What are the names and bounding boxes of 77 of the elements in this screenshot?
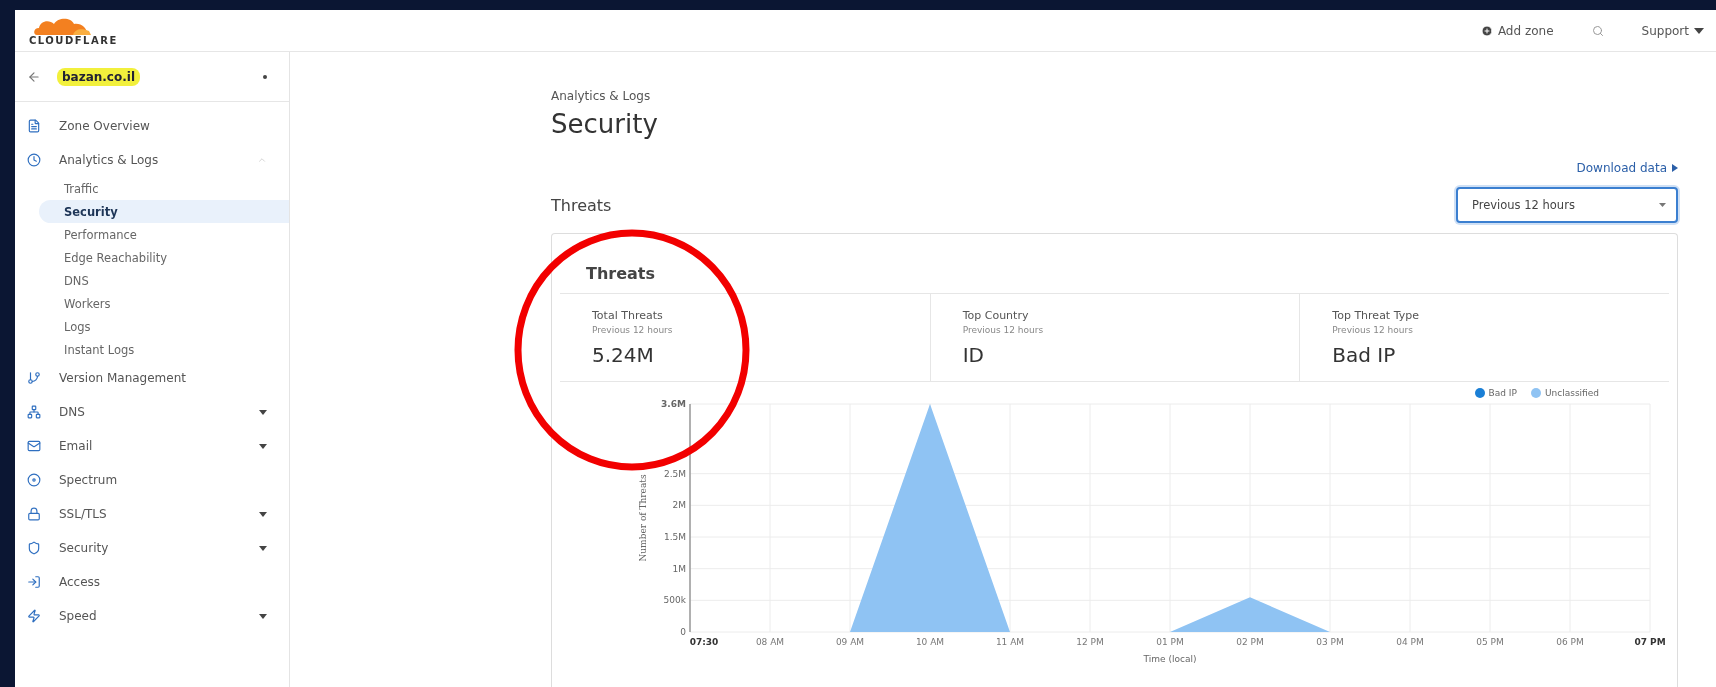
x-tick-label: 10 AM [915,637,945,647]
sidebar-subitem[interactable]: Security [39,200,289,223]
stat-period: Previous 12 hours [592,325,673,335]
x-tick-label: 07:30 [689,637,719,647]
nav-icon [27,609,41,623]
dot-icon [263,74,267,79]
sidebar-subitem[interactable]: DNS [39,269,289,292]
sidebar-item[interactable]: DNS [15,395,289,429]
nav-icon [27,153,41,167]
sidebar-item[interactable]: Email [15,429,289,463]
x-tick-label: 02 PM [1236,637,1264,647]
sidebar-item[interactable]: Version Management [15,361,289,395]
y-axis-title: Number of Threats [638,474,648,562]
sidebar-item[interactable]: Spectrum [15,463,289,497]
stat-label: Top Country [962,309,1029,322]
card-title: Threats [585,263,655,285]
x-axis-title: Time (local) [1143,654,1197,664]
x-tick-label: 07 PM [1634,637,1666,647]
sidebar-item[interactable]: Zone Overview [15,109,289,143]
stat-value: Bad IP [1332,343,1396,367]
sidebar-subitem[interactable]: Instant Logs [39,338,289,361]
nav-icon [27,439,41,453]
play-icon [1672,164,1678,172]
caret-icon [1659,203,1666,207]
sidebar-subitem[interactable]: Edge Reachability [39,246,289,269]
x-tick-label: 01 PM [1156,637,1184,647]
y-tick-label: 1.5M [663,532,686,542]
x-tick-label: 12 PM [1076,637,1104,647]
x-tick-label: 06 PM [1556,637,1584,647]
breadcrumb: Analytics & Logs [551,89,651,103]
stat-label: Total Threats [592,309,663,322]
y-tick-label: 500k [663,595,686,606]
legend-label: Unclassified [1544,388,1599,398]
sidebar-item[interactable]: Security [15,531,289,565]
sidebar-item[interactable]: Analytics & Logs [15,143,289,177]
x-tick-label: 09 AM [835,637,865,647]
add-zone-button[interactable]: Add zone [1478,21,1556,40]
section-title: Threats [551,195,612,215]
stat-value: ID [962,343,984,367]
x-tick-label: 11 AM [995,637,1025,647]
plus-icon [1480,24,1493,37]
sidebar-item[interactable]: Access [15,565,289,599]
nav-icon [27,371,41,385]
legend-label: Bad IP [1488,388,1517,398]
x-tick-label: 04 PM [1396,637,1424,647]
x-tick-label: 05 PM [1476,637,1504,647]
nav-icon [27,119,41,133]
caret-icon [1694,27,1704,34]
nav-icon [27,541,41,555]
download-data-link[interactable]: Download data [1576,161,1678,175]
y-tick-label: 1M [672,563,686,574]
stat-period: Previous 12 hours [962,325,1044,335]
stat-value: 5.24M [592,343,654,367]
support-menu[interactable]: Support [1639,21,1706,40]
page-title: Security [551,109,658,139]
nav-icon [27,507,41,521]
y-tick-label: 3.6M [661,399,686,409]
sidebar-subitem[interactable]: Performance [39,223,289,246]
zone-name: bazan.co.il [57,67,140,86]
sidebar-item[interactable]: SSL/TLS [15,497,289,531]
sidebar-subitem[interactable]: Workers [39,292,289,315]
y-tick-label: 0 [680,627,686,637]
sidebar-subitem[interactable]: Logs [39,315,289,338]
nav-icon [27,473,41,487]
sidebar-subitem[interactable]: Traffic [39,177,289,200]
nav-icon [27,575,41,589]
stat-period: Previous 12 hours [1332,325,1413,335]
nav-icon [27,405,41,419]
back-icon[interactable] [27,69,41,84]
y-tick-label: 2M [672,500,686,511]
period-select[interactable]: Previous 12 hours [1456,187,1678,223]
y-tick-label: 2.5M [663,468,686,479]
sidebar-item[interactable]: Speed [15,599,289,633]
x-tick-label: 03 PM [1316,637,1344,647]
logo-text: CLOUDFLARE [29,35,118,46]
x-tick-label: 08 AM [755,637,785,647]
stat-label: Top Threat Type [1332,309,1419,322]
